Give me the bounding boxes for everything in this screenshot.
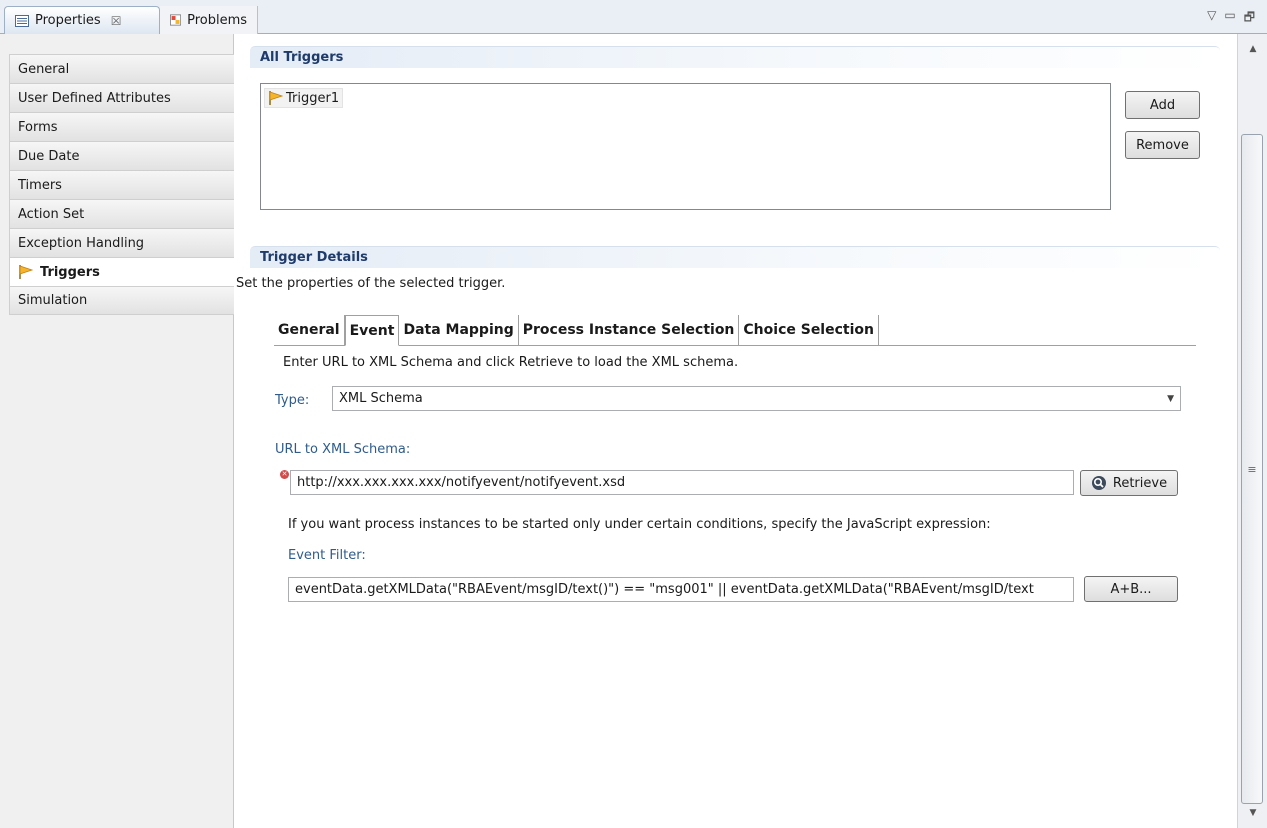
- tab-properties[interactable]: Properties ☒: [4, 6, 160, 34]
- trigger-details-description: Set the properties of the selected trigg…: [236, 276, 506, 291]
- trigger-details-header: Trigger Details: [250, 246, 1220, 268]
- sidebar-item-forms[interactable]: Forms: [9, 112, 234, 141]
- scroll-up-icon[interactable]: ▲: [1238, 40, 1267, 58]
- sidebar-item-label: User Defined Attributes: [18, 90, 171, 106]
- retrieve-icon: [1091, 476, 1106, 490]
- trigger-flag-icon: [269, 91, 284, 105]
- condition-text: If you want process instances to be star…: [288, 517, 991, 532]
- trigger-flag-icon: [19, 265, 34, 279]
- expression-builder-button[interactable]: A+B...: [1084, 576, 1178, 602]
- sidebar-item-label: Forms: [18, 119, 58, 135]
- event-filter-input[interactable]: eventData.getXMLData("RBAEvent/msgID/tex…: [288, 577, 1074, 602]
- tab-data-mapping[interactable]: Data Mapping: [399, 315, 519, 345]
- triggers-list[interactable]: Trigger1: [260, 83, 1111, 210]
- all-triggers-header: All Triggers: [250, 46, 1220, 68]
- view-menu-icon[interactable]: ▽: [1207, 8, 1216, 29]
- trigger-name: Trigger1: [286, 90, 340, 106]
- sidebar-item-simulation[interactable]: Simulation: [9, 286, 234, 315]
- tab-general[interactable]: General: [274, 315, 345, 345]
- problems-icon: [170, 14, 182, 26]
- maximize-icon[interactable]: 🗗: [1244, 8, 1255, 29]
- sidebar-item-timers[interactable]: Timers: [9, 170, 234, 199]
- error-icon: ✕: [280, 470, 289, 479]
- vertical-scrollbar[interactable]: ▲ ≡ ▼: [1237, 34, 1267, 828]
- sidebar-item-label: Simulation: [18, 293, 88, 308]
- url-label: URL to XML Schema:: [275, 442, 411, 457]
- sidebar-item-label: Action Set: [18, 206, 85, 222]
- retrieve-button[interactable]: Retrieve: [1080, 470, 1178, 496]
- event-filter-label: Event Filter:: [288, 548, 366, 563]
- list-item[interactable]: Trigger1: [264, 88, 344, 108]
- event-instruction: Enter URL to XML Schema and click Retrie…: [283, 355, 739, 370]
- sidebar-item-due-date[interactable]: Due Date: [9, 141, 234, 170]
- sidebar-item-general[interactable]: General: [9, 54, 234, 83]
- tab-process-instance-selection[interactable]: Process Instance Selection: [519, 315, 740, 345]
- url-input[interactable]: http://xxx.xxx.xxx.xxx/notifyevent/notif…: [290, 470, 1074, 495]
- properties-sidebar: General User Defined Attributes Forms Du…: [0, 34, 234, 828]
- properties-icon: [15, 14, 29, 27]
- sidebar-list: General User Defined Attributes Forms Du…: [9, 54, 234, 315]
- sidebar-item-user-defined-attributes[interactable]: User Defined Attributes: [9, 83, 234, 112]
- remove-button[interactable]: Remove: [1125, 131, 1200, 159]
- view-controls: ▽ ▭ 🗗: [1207, 8, 1255, 29]
- properties-content: All Triggers Trigger1 Add Remove Trigger…: [235, 34, 1237, 828]
- retrieve-label: Retrieve: [1112, 475, 1168, 491]
- sidebar-item-exception-handling[interactable]: Exception Handling: [9, 228, 234, 257]
- sidebar-item-triggers[interactable]: Triggers: [9, 257, 234, 286]
- tab-problems[interactable]: Problems: [160, 6, 258, 34]
- scroll-down-icon[interactable]: ▼: [1238, 804, 1267, 822]
- trigger-details-tabs: General Event Data Mapping Process Insta…: [274, 314, 1196, 346]
- tab-choice-selection[interactable]: Choice Selection: [739, 315, 879, 345]
- tab-event[interactable]: Event: [344, 315, 400, 346]
- sidebar-item-label: Due Date: [18, 148, 80, 164]
- sidebar-item-label: Exception Handling: [18, 235, 145, 251]
- type-select[interactable]: XML Schema ▼: [332, 386, 1181, 411]
- type-value: XML Schema: [339, 391, 423, 406]
- tab-problems-label: Problems: [187, 12, 247, 28]
- sidebar-item-label: General: [18, 61, 70, 77]
- tab-properties-label: Properties: [35, 13, 101, 28]
- close-icon[interactable]: ☒: [111, 14, 122, 28]
- minimize-icon[interactable]: ▭: [1224, 8, 1235, 29]
- sidebar-item-action-set[interactable]: Action Set: [9, 199, 234, 228]
- scroll-thumb[interactable]: ≡: [1241, 134, 1263, 804]
- chevron-down-icon[interactable]: ▼: [1167, 394, 1174, 404]
- view-tab-bar: Properties ☒ Problems ▽ ▭ 🗗: [0, 0, 1267, 34]
- sidebar-item-label: Timers: [18, 177, 62, 193]
- type-label: Type:: [275, 393, 310, 408]
- sidebar-item-label: Triggers: [40, 264, 100, 280]
- add-button[interactable]: Add: [1125, 91, 1200, 119]
